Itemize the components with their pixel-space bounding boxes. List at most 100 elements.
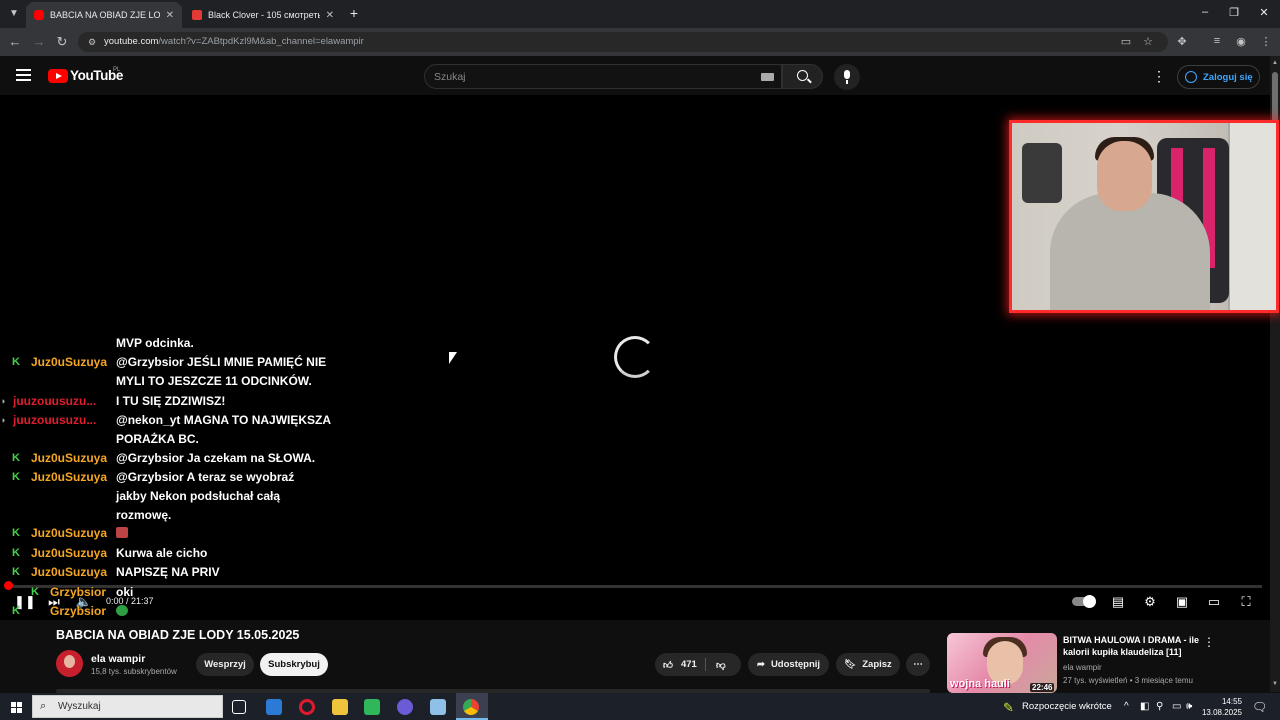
url-host: youtube.com [104,36,159,47]
login-button[interactable]: Zaloguj się [1177,65,1260,89]
browser-tab-black-clover[interactable]: Black Clover - 105 смотреть ан ✕ [184,2,342,28]
notification-icon[interactable]: 🗨︎ [1252,700,1267,714]
recommended-title[interactable]: BITWA HAULOWA I DRAMA - ile kalorii kupi… [1063,634,1203,658]
chat-username: Juz0uSuzuya [31,565,108,579]
restore-icon[interactable]: ❐ [1226,6,1242,19]
login-label: Zaloguj się [1203,71,1253,83]
tab-title: BABCIA NA OBIAD ZJE LODY 15 [50,10,160,20]
clock-date: 13.08.2025 [1201,708,1242,717]
new-tab-button[interactable]: + [346,6,362,22]
channel-name[interactable]: ela wampir [91,653,145,665]
reload-icon[interactable]: ↻ [54,34,70,50]
browser-tab-youtube[interactable]: BABCIA NA OBIAD ZJE LODY 15 ✕ [26,2,182,28]
channel-avatar[interactable] [56,650,83,677]
dislike-icon[interactable]: 👎︎ [716,659,726,671]
app-icon[interactable] [430,699,446,715]
tray-usb-icon[interactable]: ⚲ [1156,701,1163,712]
site-info-icon[interactable]: ⚙ [86,36,98,48]
keyboard-icon[interactable] [761,73,774,81]
chat-text: @nekon_yt MAGNA TO NAJWIĘKSZA PORAŻKA BC… [116,413,331,446]
clock[interactable]: 14:55 13.08.2025 [1200,696,1242,718]
recommended-channel[interactable]: ela wampir [1063,663,1102,672]
weather-icon[interactable]: ✎ [1003,700,1014,716]
chat-text: I TU SIĘ ZDZIWISZ! [116,394,226,408]
chat-text: @Grzybsior JEŚLI MNIE PAMIĘĆ NIE MYLI TO… [116,355,327,388]
browser-menu-icon[interactable]: ⋮ [1259,35,1273,48]
close-window-icon[interactable]: ✕ [1256,6,1272,19]
thumbs-up-icon: 👍︎ [663,659,673,671]
volume-tray-icon[interactable]: 🕪 [1186,701,1192,712]
settings-gear-icon[interactable]: ⚙ [1140,594,1160,610]
tray-chevron-icon[interactable]: ^ [1124,701,1129,712]
search-button[interactable] [782,64,823,89]
webcam-overlay [1009,120,1279,313]
kick-badge-icon: K [12,452,20,464]
network-icon[interactable]: ▭ [1172,701,1181,712]
search-input[interactable] [424,64,782,89]
chat-text: @Grzybsior Ja czekam na SŁOWA. [116,451,316,465]
close-tab-icon[interactable]: ✕ [326,10,334,21]
share-button[interactable]: ➦ Udostępnij [748,653,829,676]
scroll-up-icon[interactable]: ▲ [1272,60,1278,66]
url-text[interactable]: youtube.com/watch?v=ZABtpdKzl9M&ab_chann… [104,36,364,47]
bookmark-icon: 🔖︎ [844,659,857,670]
cast-icon[interactable]: ▭ [1119,35,1133,48]
tab-search-chevron-icon[interactable]: ▼ [6,6,22,22]
weather-text[interactable]: Rozpoczęcie wkrótce [1022,701,1112,712]
miniplayer-icon[interactable]: ▣ [1172,594,1192,610]
chat-username: juuzouusuzu... [13,394,97,408]
tray-app-icon[interactable]: ◧ [1140,701,1149,712]
search-icon [797,70,808,81]
more-actions-button[interactable]: ⋯ [906,653,930,676]
forward-icon[interactable]: → [31,34,47,50]
discord-icon[interactable] [397,699,413,715]
voice-search-icon[interactable] [834,64,860,90]
kick-badge-icon: K [12,471,20,483]
profile-icon[interactable]: ◉ [1234,35,1248,48]
chat-username: Juz0uSuzuya [31,546,108,560]
extensions-icon[interactable]: ✥ [1175,35,1189,48]
back-icon[interactable]: ← [7,34,23,50]
media-controls-icon[interactable]: ≡ [1210,35,1224,47]
share-icon: ➦ [756,659,765,670]
file-explorer-icon[interactable] [332,699,348,715]
chat-username: juuzouusuzu... [13,413,97,427]
thumbnail-caption: wojna hauli [950,678,1010,690]
kick-badge-icon: K [12,356,20,368]
autoplay-toggle[interactable] [1072,595,1096,608]
progress-scrubber[interactable] [4,581,13,590]
youtube-logo-icon[interactable] [48,69,68,83]
chat-username: Juz0uSuzuya [31,451,108,465]
windows-start-icon[interactable] [11,702,22,713]
kick-badge-icon: K [12,605,20,617]
app-icon[interactable] [266,699,282,715]
url-path: /watch?v=ZABtpdKzl9M&ab_channel=elawampi… [158,36,364,47]
chrome-icon[interactable] [463,699,479,715]
subtitles-icon[interactable]: ▤ [1108,594,1128,610]
video-duration: 22:46 [1030,683,1055,692]
theater-mode-icon[interactable]: ▭ [1204,594,1224,610]
tab-title: Black Clover - 105 смотреть ан [208,10,320,20]
app-icon[interactable] [364,699,380,715]
loading-spinner [614,336,656,378]
bookmark-star-icon[interactable]: ☆ [1141,35,1155,48]
chat-username: Juz0uSuzuya [31,355,108,369]
chat-text: Kurwa ale cicho [116,546,208,560]
subscribe-button[interactable]: Subskrybuj [260,653,328,676]
youtube-favicon-icon [34,10,44,20]
opera-icon[interactable] [299,699,315,715]
recommended-menu-icon[interactable]: ⋮ [1203,635,1215,649]
close-tab-icon[interactable]: ✕ [166,10,174,21]
scroll-down-icon[interactable]: ▼ [1272,681,1278,687]
search-icon: ⌕ [40,700,47,712]
save-button[interactable]: 🔖︎ Zapisz [836,653,900,676]
like-divider [705,658,706,671]
settings-kebab-icon[interactable]: ⋮ [1152,68,1166,84]
minimize-icon[interactable]: – [1197,6,1213,18]
hamburger-menu-icon[interactable] [16,69,31,81]
support-button[interactable]: Wesprzyj [196,653,254,676]
fullscreen-icon[interactable]: ⛶ [1236,594,1256,610]
kick-badge-icon: K [12,547,20,559]
like-button[interactable]: 👍︎ 471 👎︎ [655,653,741,676]
task-view-icon[interactable] [232,700,246,714]
